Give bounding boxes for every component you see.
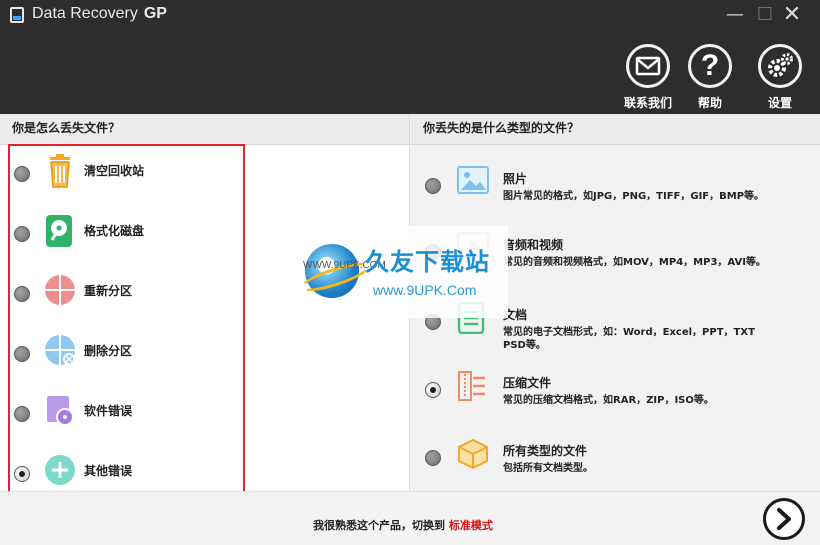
type-title-archives: 压缩文件 <box>503 376 552 390</box>
gear-icon <box>758 44 802 88</box>
radio-all-files[interactable] <box>425 450 441 466</box>
chevron-right-icon <box>777 508 791 530</box>
watermark-url: www.9UPK.Com <box>373 282 477 298</box>
app-title-text: Data Recovery <box>32 5 138 22</box>
contact-us-button[interactable]: 联系我们 <box>618 44 678 111</box>
type-option-photos[interactable]: 照片 图片常见的格式，如JPG，PNG，TIFF，GIF，BMP等。 <box>425 166 805 222</box>
settings-button[interactable]: 设置 <box>750 44 810 111</box>
close-button[interactable]: ✕ <box>780 4 804 28</box>
type-option-archives[interactable]: 压缩文件 常见的压缩文档格式，如RAR，ZIP，ISO等。 <box>425 370 805 420</box>
footer-text: 我很熟悉这个产品，切换到 标准模式 <box>313 517 493 533</box>
header-toolbar: 联系我们 ? 帮助 设置 <box>0 34 820 114</box>
maximize-button[interactable]: ☐ <box>753 4 777 28</box>
footer: 我很熟悉这个产品，切换到 标准模式 <box>0 491 820 545</box>
file-type-heading: 你丢失的是什么类型的文件？ <box>411 114 820 145</box>
highlight-box <box>8 144 245 497</box>
loss-reason-heading: 你是怎么丢失文件？ <box>0 114 409 145</box>
watermark-logo-icon <box>305 244 359 298</box>
archive-icon <box>457 370 489 402</box>
type-option-all-files[interactable]: 所有类型的文件 包括所有文档类型。 <box>425 438 805 488</box>
type-title-media: 音频和视频 <box>503 238 564 252</box>
app-title: Data Recovery GP <box>32 5 167 23</box>
type-desc-all-files: 包括所有文档类型。 <box>503 463 593 474</box>
watermark-title: 久友下载站 <box>365 248 490 276</box>
type-desc-media: 常见的音频和视频格式，如MOV，MP4，MP3，AVI等。 <box>503 257 766 268</box>
app-icon <box>10 7 24 23</box>
contact-us-label: 联系我们 <box>623 96 672 110</box>
photo-icon <box>457 166 489 198</box>
standard-mode-link[interactable]: 标准模式 <box>449 519 493 532</box>
help-icon: ? <box>688 44 732 88</box>
type-desc-photos: 图片常见的格式，如JPG，PNG，TIFF，GIF，BMP等。 <box>503 191 765 202</box>
type-desc-archives: 常见的压缩文档格式，如RAR，ZIP，ISO等。 <box>503 395 714 406</box>
type-title-photos: 照片 <box>503 172 528 186</box>
watermark: WWW.9UPK.COM 久友下载站 www.9UPK.Com <box>297 226 508 318</box>
minimize-button[interactable]: — <box>723 4 747 28</box>
mail-icon <box>626 44 670 88</box>
radio-photos[interactable] <box>425 178 441 194</box>
next-button[interactable] <box>763 498 805 540</box>
app-title-suffix: GP <box>143 5 167 22</box>
all-files-icon <box>457 438 489 470</box>
type-desc-documents: 常见的电子文档形式，如：Word，Excel，PPT，TXT PSD等。 <box>503 327 755 351</box>
help-label: 帮助 <box>697 96 722 110</box>
settings-label: 设置 <box>767 96 792 110</box>
radio-archives[interactable] <box>425 382 441 398</box>
footer-prompt: 我很熟悉这个产品，切换到 <box>313 519 445 532</box>
title-bar: Data Recovery GP — ☐ ✕ <box>0 0 820 34</box>
help-button[interactable]: ? 帮助 <box>680 44 740 111</box>
type-title-all-files: 所有类型的文件 <box>503 444 588 458</box>
